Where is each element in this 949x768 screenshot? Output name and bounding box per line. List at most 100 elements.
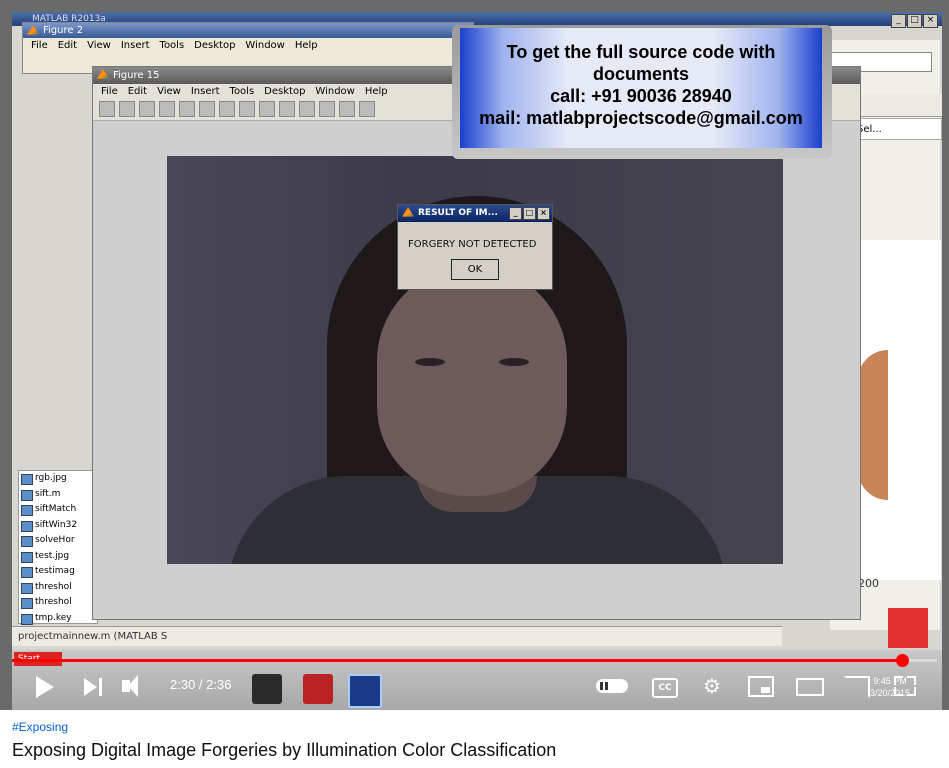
progress-fill (12, 659, 902, 662)
new-figure-icon[interactable] (99, 101, 115, 117)
video-title: Exposing Digital Image Forgeries by Illu… (12, 740, 557, 760)
face (377, 266, 567, 496)
menu-edit[interactable]: Edit (128, 86, 147, 97)
ad-line: To get the full source code with (506, 42, 776, 62)
menu-file[interactable]: File (31, 40, 48, 51)
volume-cone-icon (128, 675, 138, 697)
next-icon[interactable] (84, 678, 97, 696)
ad-text-panel: To get the full source code with documen… (460, 28, 822, 148)
play-icon[interactable] (36, 676, 54, 698)
file-item[interactable]: threshol (19, 595, 97, 611)
menu-desktop[interactable]: Desktop (194, 40, 235, 51)
hashtag-link[interactable]: #Exposing (12, 720, 68, 734)
file-list: rgb.jpg sift.m siftMatch siftWin32 solve… (18, 470, 98, 627)
brush-icon[interactable] (299, 101, 315, 117)
m-file-icon (21, 489, 33, 501)
settings-gear-icon[interactable]: ⚙ (700, 674, 724, 698)
pause-bar-icon (605, 682, 608, 690)
cast-icon[interactable] (844, 676, 870, 698)
m-file-icon (21, 598, 33, 609)
matlab-logo-icon (27, 25, 39, 35)
menu-window[interactable]: Window (315, 86, 354, 97)
background-photo-fragment (858, 350, 888, 500)
fullscreen-icon[interactable] (894, 676, 916, 696)
menu-window[interactable]: Window (245, 40, 284, 51)
axis-tick: 200 (858, 577, 879, 590)
figure-2-menubar: File Edit View Insert Tools Desktop Wind… (23, 38, 473, 53)
menu-edit[interactable]: Edit (58, 40, 77, 51)
autoplay-toggle[interactable] (596, 679, 628, 693)
file-item[interactable]: solveHor (19, 533, 97, 549)
image-file-icon (21, 551, 33, 563)
menu-view[interactable]: View (157, 86, 181, 97)
zoom-out-icon[interactable] (219, 101, 235, 117)
rotate-icon[interactable] (259, 101, 275, 117)
menu-tools[interactable]: Tools (230, 86, 255, 97)
minimize-icon[interactable]: _ (891, 14, 906, 28)
data-cursor-icon[interactable] (279, 101, 295, 117)
progress-scrubber[interactable] (895, 654, 909, 667)
pan-icon[interactable] (239, 101, 255, 117)
file-item[interactable]: rgb.jpg (19, 471, 97, 487)
file-item[interactable]: tmp.key (19, 611, 97, 627)
pointer-icon[interactable] (179, 101, 195, 117)
colorbar-icon[interactable] (339, 101, 355, 117)
file-item[interactable]: siftMatch (19, 502, 97, 518)
menu-help[interactable]: Help (295, 40, 318, 51)
fullscreen-corner-icon (894, 676, 903, 685)
next-bar-icon (99, 678, 102, 696)
menu-insert[interactable]: Insert (191, 86, 220, 97)
menu-file[interactable]: File (101, 86, 118, 97)
file-item[interactable]: testimag (19, 564, 97, 580)
time-display: 2:30 / 2:36 (170, 677, 232, 692)
editor-status-bar: projectmainnew.m (MATLAB S (12, 626, 782, 646)
maximize-icon[interactable]: □ (523, 207, 536, 220)
image-file-icon (21, 567, 33, 578)
left-eye (415, 358, 445, 366)
matlab-logo-icon (97, 69, 109, 79)
menu-insert[interactable]: Insert (121, 40, 150, 51)
file-item[interactable]: siftWin32 (19, 518, 97, 534)
fullscreen-corner-icon (907, 676, 916, 685)
minimize-icon[interactable]: _ (509, 207, 522, 220)
miniplayer-inner-icon (761, 687, 770, 693)
dialog-titlebar: RESULT OF IM... _ □ × (398, 205, 552, 222)
zoom-in-icon[interactable] (199, 101, 215, 117)
matlab-logo-icon (402, 207, 414, 217)
legend-icon[interactable] (359, 101, 375, 117)
menu-tools[interactable]: Tools (160, 40, 185, 51)
close-icon[interactable]: × (537, 207, 550, 220)
ok-button[interactable]: OK (451, 259, 499, 280)
maximize-icon[interactable]: □ (907, 14, 922, 28)
miniplayer-icon[interactable] (748, 676, 774, 697)
theater-mode-icon[interactable] (796, 678, 824, 696)
save-icon[interactable] (139, 101, 155, 117)
file-item[interactable]: sift.m (19, 487, 97, 503)
right-eye (499, 358, 529, 366)
ad-banner: To get the full source code with documen… (452, 25, 832, 159)
captions-button[interactable]: CC (652, 678, 678, 698)
menu-help[interactable]: Help (365, 86, 388, 97)
link-icon[interactable] (319, 101, 335, 117)
menu-desktop[interactable]: Desktop (264, 86, 305, 97)
ad-line: mail: matlabprojectscode@gmail.com (479, 108, 803, 128)
app-taskbar-icon[interactable] (348, 674, 382, 708)
ad-line: call: +91 90036 28940 (550, 86, 732, 106)
dialog-window-controls: _ □ × (509, 207, 550, 220)
file-item[interactable]: threshol (19, 580, 97, 596)
red-thumbnail (888, 608, 928, 648)
figure-2-titlebar: Figure 2 (23, 23, 473, 38)
file-item[interactable]: test.jpg (19, 549, 97, 565)
print-icon[interactable] (159, 101, 175, 117)
acrobat-taskbar-icon[interactable] (303, 674, 333, 704)
exe-file-icon (21, 520, 33, 532)
matlab-taskbar-icon[interactable] (252, 674, 282, 704)
progress-bar[interactable] (12, 654, 937, 667)
m-file-icon (21, 536, 33, 547)
close-icon[interactable]: × (923, 14, 938, 28)
open-icon[interactable] (119, 101, 135, 117)
file-icon (21, 613, 33, 625)
image-file-icon (21, 474, 33, 485)
menu-view[interactable]: View (87, 40, 111, 51)
video-player[interactable]: MATLAB R2013a _ □ × Sel... 200 rgb.jpg s… (0, 0, 949, 710)
